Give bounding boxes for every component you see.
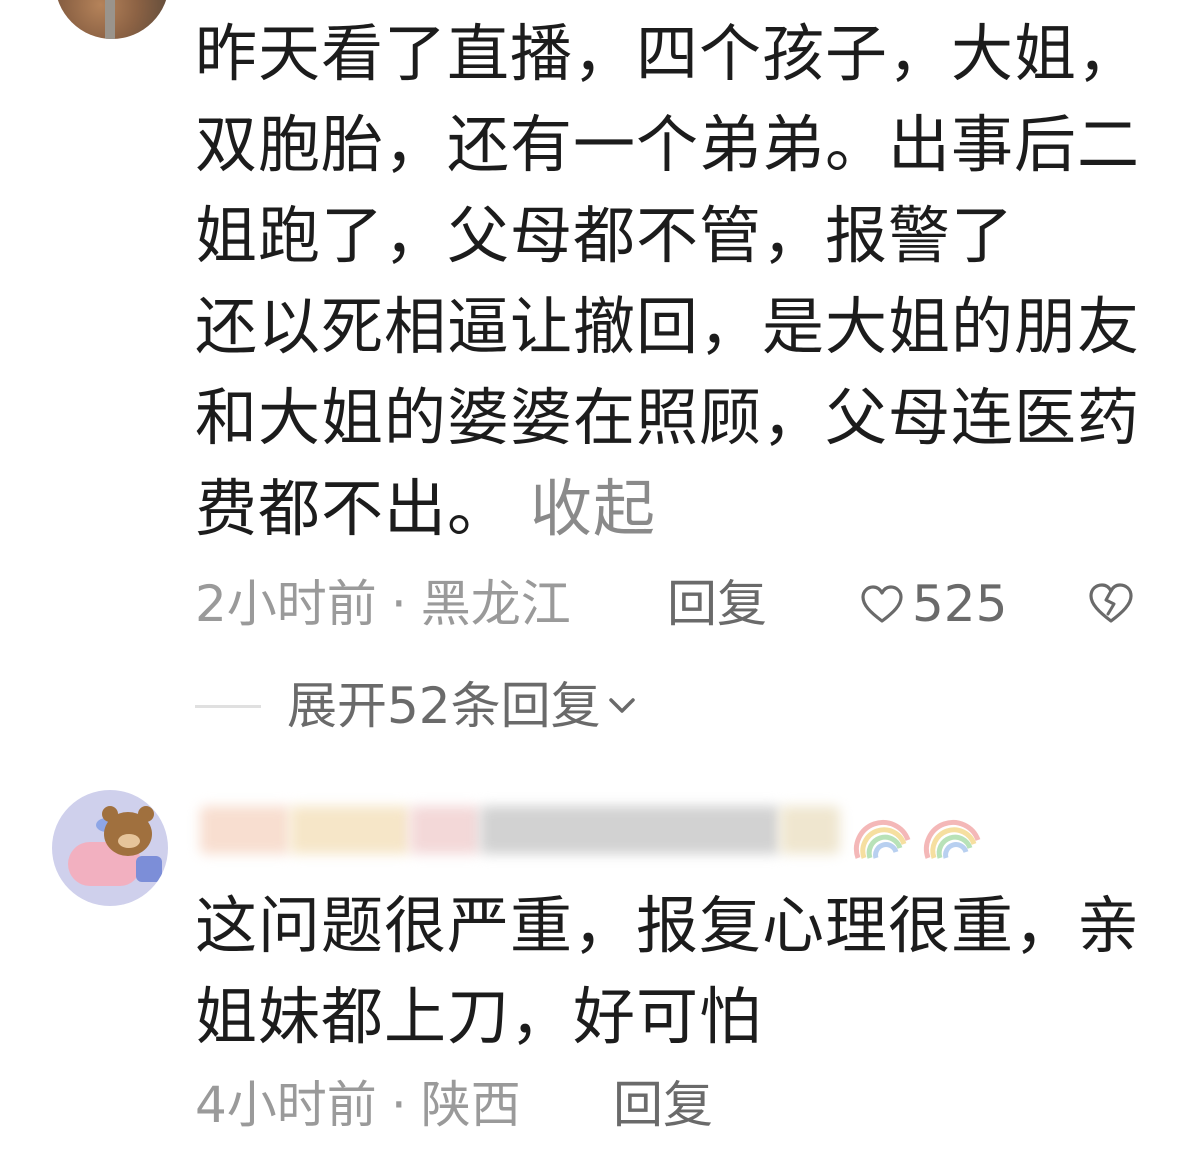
- comment-meta: 4小时前 · 陕西: [195, 1075, 521, 1135]
- comment-time: 4小时前: [195, 1076, 377, 1134]
- meta-separator: ·: [390, 575, 407, 633]
- blur-block: [290, 806, 410, 854]
- expand-replies-label: 展开52条回复: [287, 677, 601, 735]
- blur-block: [480, 806, 780, 854]
- commenter-avatar[interactable]: [55, 0, 169, 39]
- blur-block: [780, 806, 840, 854]
- meta-separator: ·: [390, 1076, 407, 1134]
- chevron-down-icon: [608, 698, 635, 713]
- blur-block: [200, 806, 290, 854]
- comment-location: 陕西: [420, 1076, 521, 1134]
- comment-meta: 2小时前 · 黑龙江: [195, 574, 571, 634]
- avatar-image-detail: [105, 0, 115, 39]
- rainbow-icon: [923, 819, 981, 859]
- blur-block: [410, 806, 480, 854]
- reply-button[interactable]: 回复: [613, 1075, 713, 1135]
- like-count: 525: [912, 575, 1008, 633]
- collapse-link[interactable]: 收起: [530, 472, 656, 545]
- comment-text: 昨天看了直播，四个孩子，大姐，双胞胎，还有一个弟弟。出事后二姐跑了，父母都不管，…: [195, 17, 1141, 545]
- like-button[interactable]: 525: [860, 574, 1007, 634]
- divider-line: [195, 704, 261, 708]
- heart-outline-icon: [861, 585, 903, 623]
- broken-heart-icon[interactable]: [1088, 582, 1134, 624]
- comment-location: 黑龙江: [420, 575, 571, 633]
- comment-body: 这问题很严重，报复心理很重，亲姐妹都上刀，好可怕: [195, 880, 1165, 1062]
- reply-button[interactable]: 回复: [667, 574, 767, 634]
- comment-text: 这问题很严重，报复心理很重，亲姐妹都上刀，好可怕: [195, 889, 1141, 1053]
- rainbow-icon: [853, 819, 911, 859]
- comment-body: 昨天看了直播，四个孩子，大姐，双胞胎，还有一个弟弟。出事后二姐跑了，父母都不管，…: [195, 8, 1175, 554]
- expand-replies-button[interactable]: 展开52条回复: [195, 676, 637, 736]
- username-blurred[interactable]: [150, 796, 990, 866]
- comment-list: 昨天看了直播，四个孩子，大姐，双胞胎，还有一个弟弟。出事后二姐跑了，父母都不管，…: [0, 0, 1200, 1159]
- avatar-image-detail: [118, 834, 140, 848]
- comment-time: 2小时前: [195, 575, 377, 633]
